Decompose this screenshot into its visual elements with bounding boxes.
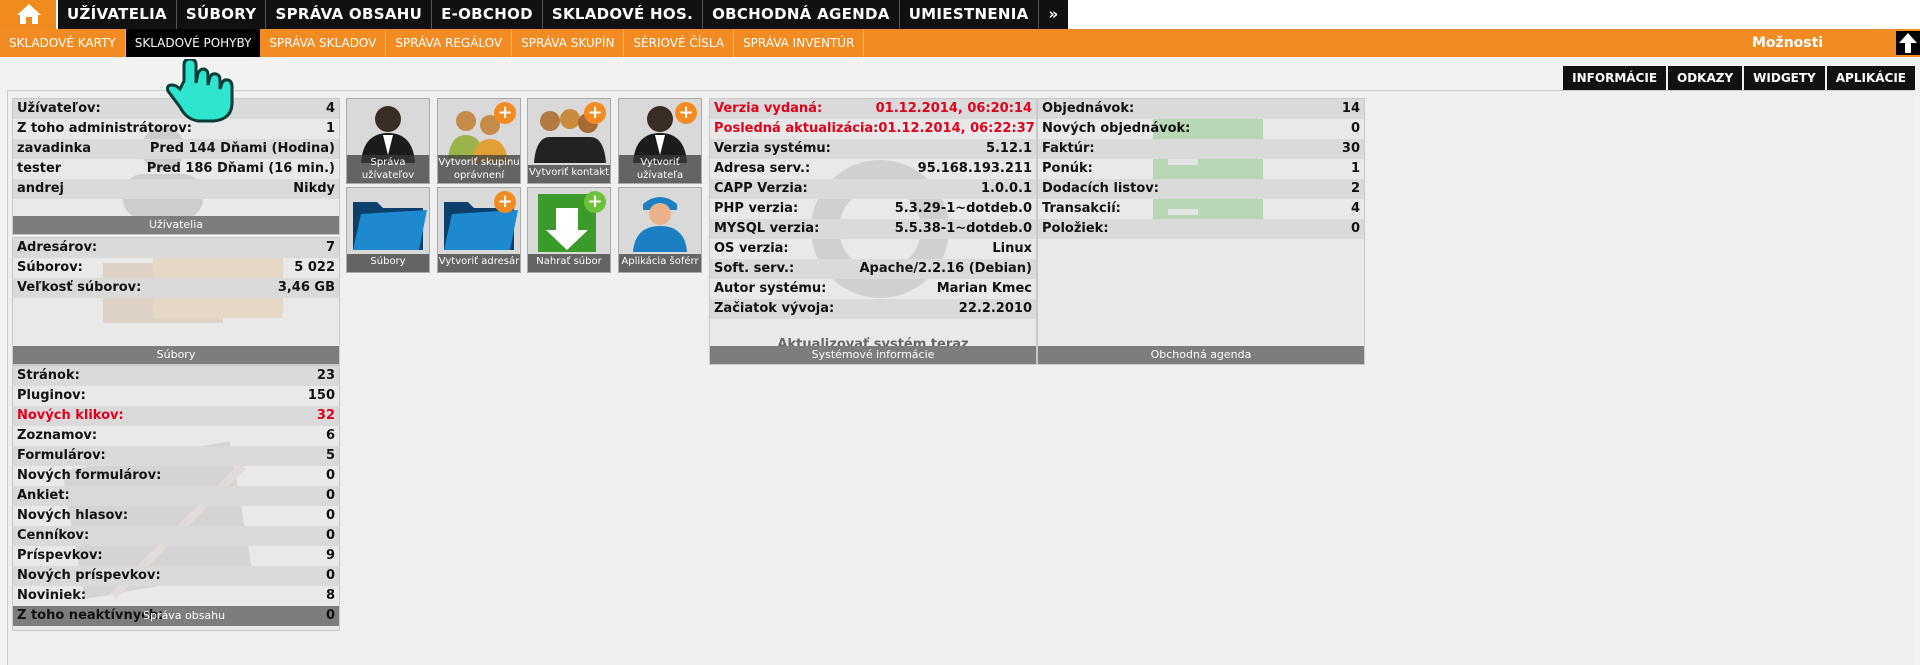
lists-row: Zoznamov: 6 <box>17 428 335 443</box>
menu-more-button[interactable]: » <box>1039 0 1069 29</box>
system-version-row: Verzia systému: 5.12.1 <box>710 139 1036 159</box>
plugins-row: Pluginov: 150 <box>17 388 335 403</box>
app-tile-add-folder[interactable]: + Vytvoriť adresár <box>437 187 521 273</box>
content-panel: Stránok: 23 Pluginov: 150 Nových klikov: 32… <box>12 365 340 631</box>
folder-icon <box>353 202 427 250</box>
menu-item-warehouse[interactable]: SKLADOVÉ HOS. <box>543 0 704 29</box>
business-panel: Objednávok: 14 Nových objednávok: 0 Faktúr… <box>1037 98 1365 365</box>
user-row[interactable]: zavadinka Pred 144 Dňami (Hodina) <box>13 139 339 159</box>
main-menu: UŽÍVATELIA SÚBORY SPRÁVA OBSAHU E-OBCHOD… <box>58 0 1069 29</box>
orders-row: Objednávok: 14 <box>1038 99 1364 119</box>
hand-cursor-icon <box>166 59 234 123</box>
last-update-row: Posledná aktualizácia: 01.12.2014, 06:22:… <box>714 121 1035 136</box>
files-count-row: Súborov: 5 022 <box>17 260 335 275</box>
news-row: Noviniek: 8 <box>17 588 335 603</box>
system-info-panel: Verzia vydaná: 01.12.2014, 06:20:14 Posle… <box>709 98 1037 365</box>
add-badge-icon: + <box>494 102 516 124</box>
app-tile-user-admin[interactable]: Správa užívateľov <box>346 98 430 184</box>
files-panel: Adresárov: 7 Súborov: 5 022 Veľkosť súboro… <box>12 237 340 365</box>
app-tile-add-group[interactable]: + Vytvoriť skupinu oprávnení <box>437 98 521 184</box>
transactions-row: Transakcií: 4 <box>1042 201 1360 216</box>
offers-row: Ponúk: 1 <box>1042 161 1360 176</box>
content-panel-footer[interactable]: Správa obsahu <box>143 606 225 626</box>
top-navigation: UŽÍVATELIA SÚBORY SPRÁVA OBSAHU E-OBCHOD… <box>0 0 1920 29</box>
tab-widgets[interactable]: WIDGETY <box>1744 66 1825 90</box>
app-tile-add-user[interactable]: + Vytvoriť užívateľa <box>618 98 702 184</box>
release-row: Verzia vydaná: 01.12.2014, 06:20:14 <box>710 99 1036 119</box>
subnav-item-inventories[interactable]: SPRÁVA INVENTÚR <box>734 29 865 57</box>
directories-row: Adresárov: 7 <box>13 238 339 258</box>
add-badge-icon: + <box>494 191 516 213</box>
add-badge-icon: + <box>675 102 697 124</box>
dev-start-row: Začiatok vývoja: 22.2.2010 <box>710 299 1036 319</box>
menu-item-business[interactable]: OBCHODNÁ AGENDA <box>703 0 900 29</box>
subnav-item-serial-numbers[interactable]: SÉRIOVÉ ČÍSLA <box>624 29 735 57</box>
subnav-item-groups[interactable]: SPRÁVA SKUPÍN <box>512 29 625 57</box>
menu-item-users[interactable]: UŽÍVATELIA <box>58 0 177 29</box>
system-author-row: Autor systému: Marian Kmec <box>714 281 1032 296</box>
new-forms-row: Nových formulárov: 0 <box>17 468 335 483</box>
subnav-item-warehouses[interactable]: SPRÁVA SKLADOV <box>260 29 387 57</box>
driver-app-icon <box>633 197 687 252</box>
server-address-row: Adresa serv.: 95.168.193.211 <box>714 161 1032 176</box>
subnav-item-stock-cards[interactable]: SKLADOVÉ KARTY <box>0 29 126 57</box>
items-row: Položiek: 0 <box>1038 219 1364 239</box>
new-orders-row: Nových objednávok: 0 <box>1042 121 1360 136</box>
pricelists-row: Cenníkov: 0 <box>13 526 339 546</box>
home-icon <box>17 4 41 24</box>
user-row[interactable]: tester Pred 186 Dňami (16 min.) <box>13 159 339 179</box>
delivery-notes-row: Dodacích listov: 2 <box>1038 179 1364 199</box>
tab-information[interactable]: INFORMÁCIE <box>1563 66 1667 90</box>
options-menu[interactable]: Možnosti <box>1752 29 1823 57</box>
files-panel-footer[interactable]: Súbory <box>13 346 339 364</box>
menu-item-content[interactable]: SPRÁVA OBSAHU <box>266 0 433 29</box>
users-panel-footer[interactable]: Užívatelia <box>13 216 339 234</box>
view-tabs: INFORMÁCIE ODKAZY WIDGETY APLIKÁCIE <box>1563 66 1915 90</box>
app-tile-add-contact[interactable]: + Vytvoriť kontakt <box>527 98 611 184</box>
tab-applications[interactable]: APLIKÁCIE <box>1826 66 1915 90</box>
home-button[interactable] <box>0 0 58 29</box>
add-badge-icon: + <box>584 191 606 213</box>
subnav-item-stock-movements[interactable]: SKLADOVÉ POHYBY <box>125 29 261 57</box>
tab-links[interactable]: ODKAZY <box>1668 66 1743 90</box>
user-admin-icon <box>361 106 415 163</box>
scroll-up-button[interactable] <box>1896 31 1920 55</box>
app-tile-files[interactable]: Súbory <box>346 187 430 273</box>
user-row[interactable]: andrej Nikdy <box>13 179 339 199</box>
pages-row: Stránok: 23 <box>13 366 339 386</box>
polls-row: Ankiet: 0 <box>13 486 339 506</box>
sub-navigation: SKLADOVÉ KARTY SKLADOVÉ POHYBY SPRÁVA SK… <box>0 29 1920 57</box>
new-posts-row: Nových príspevkov: 0 <box>13 566 339 586</box>
arrow-up-icon <box>1899 33 1917 53</box>
mysql-version-row: MYSQL verzia: 5.5.38-1~dotdeb.0 <box>710 219 1036 239</box>
app-tile-driver-app[interactable]: Aplikácia šoférr <box>618 187 702 273</box>
menu-item-locations[interactable]: UMIESTNENIA <box>900 0 1039 29</box>
app-tile-upload-file[interactable]: + Nahrať súbor <box>527 187 611 273</box>
new-votes-row: Nových hlasov: 0 <box>17 508 335 523</box>
files-size-row: Veľkosť súborov: 3,46 GB <box>13 278 339 298</box>
system-panel-footer[interactable]: Systémové informácie <box>710 346 1036 364</box>
business-panel-footer[interactable]: Obchodná agenda <box>1038 346 1364 364</box>
php-version-row: PHP verzia: 5.3.29-1~dotdeb.0 <box>714 201 1032 216</box>
new-clicks-row: Nových klikov: 32 <box>13 406 339 426</box>
subnav-item-racks[interactable]: SPRÁVA REGÁLOV <box>386 29 513 57</box>
os-version-row: OS verzia: Linux <box>714 241 1032 256</box>
menu-item-files[interactable]: SÚBORY <box>177 0 267 29</box>
capp-version-row: CAPP Verzia: 1.0.0.1 <box>710 179 1036 199</box>
posts-row: Príspevkov: 9 <box>17 548 335 563</box>
server-software-row: Soft. serv.: Apache/2.2.16 (Debian) <box>710 259 1036 279</box>
menu-item-eshop[interactable]: E-OBCHOD <box>432 0 543 29</box>
invoices-row: Faktúr: 30 <box>1038 139 1364 159</box>
forms-row: Formulárov: 5 <box>13 446 339 466</box>
inactive-row: Z toho neaktívnych: Správa obsahu 0 <box>13 606 339 626</box>
add-badge-icon: + <box>584 102 606 124</box>
